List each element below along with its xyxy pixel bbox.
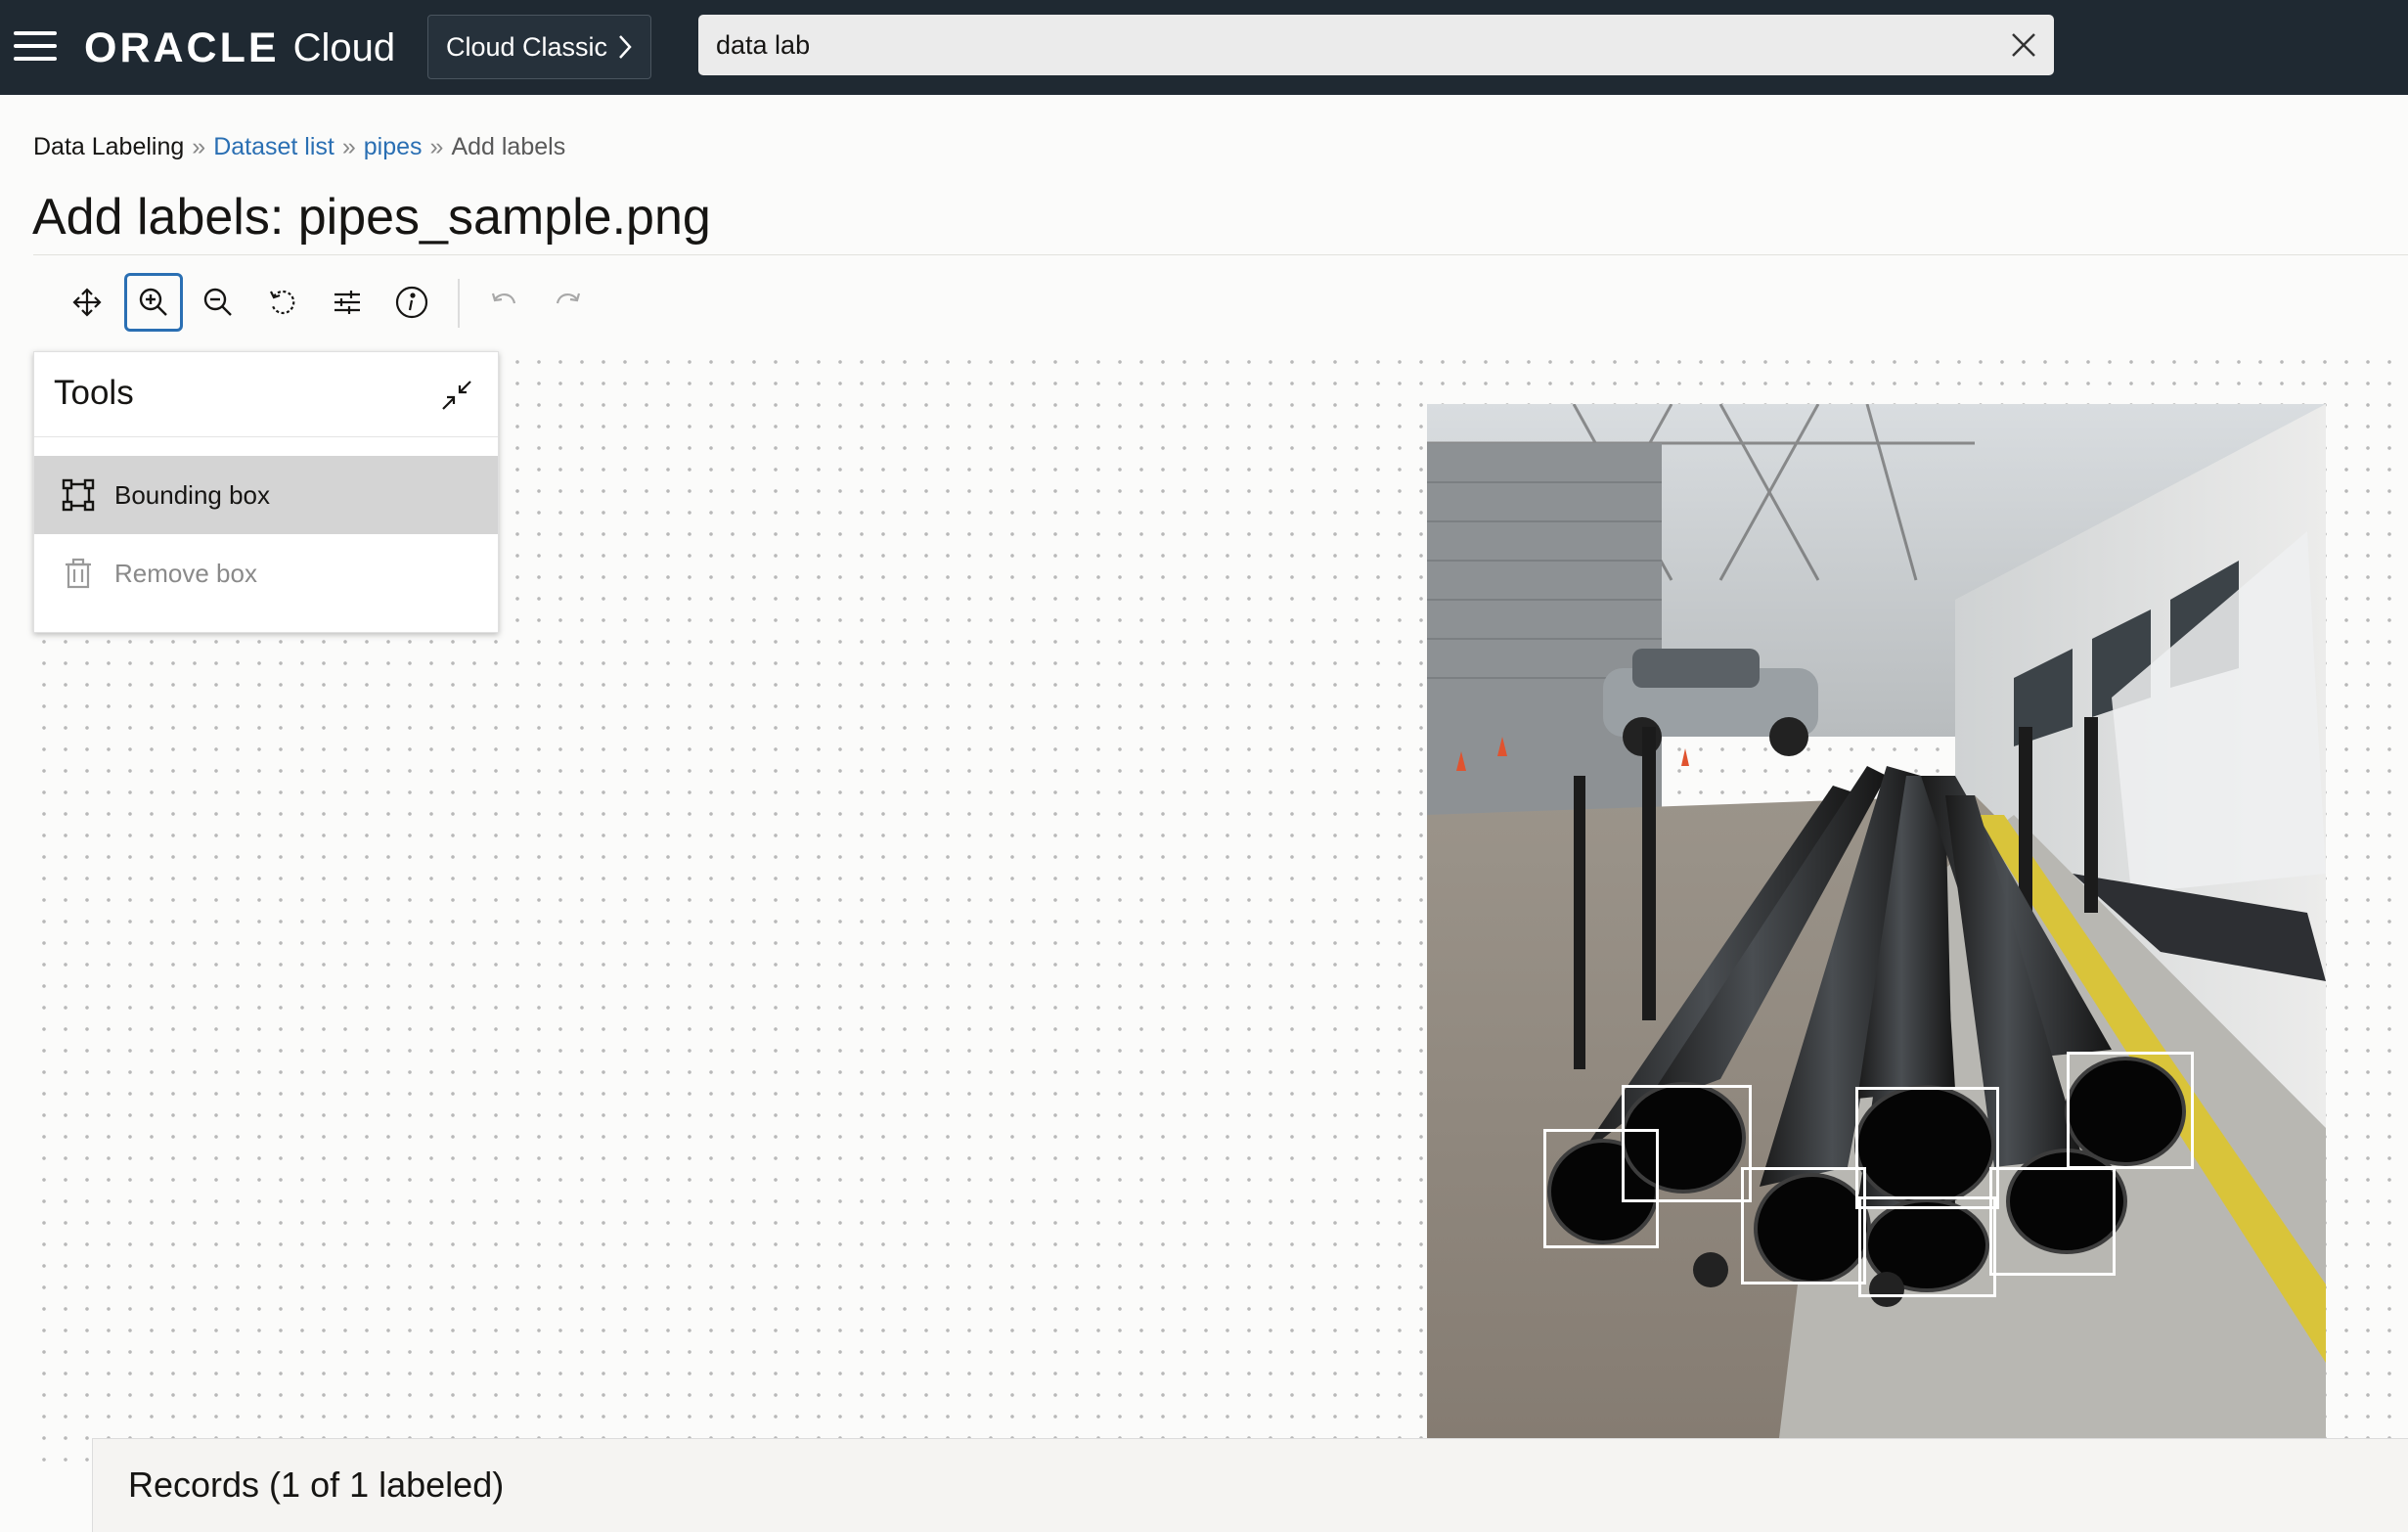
breadcrumb-separator: » xyxy=(341,133,356,160)
hamburger-menu-icon[interactable] xyxy=(14,31,57,63)
breadcrumb-pipes-link[interactable]: pipes xyxy=(364,133,423,160)
bounding-box[interactable] xyxy=(2067,1052,2194,1169)
breadcrumb-separator: » xyxy=(429,133,444,160)
bounding-box-tool[interactable]: Bounding box xyxy=(34,456,498,534)
reset-icon xyxy=(270,290,295,315)
trash-icon xyxy=(66,558,91,589)
records-panel[interactable]: Records (1 of 1 labeled) xyxy=(92,1438,2408,1532)
breadcrumb-current: Add labels xyxy=(451,133,566,160)
cloud-classic-button[interactable]: Cloud Classic xyxy=(427,15,651,79)
remove-box-tool[interactable]: Remove box xyxy=(34,534,498,612)
reset-button[interactable] xyxy=(253,273,312,332)
page-title: Add labels: pipes_sample.png xyxy=(32,189,711,246)
move-icon xyxy=(72,288,102,317)
brand-cloud: Cloud xyxy=(292,25,396,69)
chevron-right-icon xyxy=(619,35,632,59)
image-toolbar xyxy=(33,254,2408,352)
close-icon[interactable] xyxy=(2009,30,2038,60)
redo-button[interactable] xyxy=(539,273,598,332)
info-button[interactable] xyxy=(382,273,441,332)
adjust-button[interactable] xyxy=(318,273,377,332)
bounding-box-icon xyxy=(62,478,95,512)
image-viewport[interactable] xyxy=(1427,404,2326,1438)
remove-box-label: Remove box xyxy=(114,558,257,588)
breadcrumb-dataset-list-link[interactable]: Dataset list xyxy=(213,133,334,160)
zoom-out-icon xyxy=(203,288,232,316)
bounding-box[interactable] xyxy=(1989,1167,2116,1276)
info-icon xyxy=(395,286,428,319)
cloud-classic-label: Cloud Classic xyxy=(445,31,608,62)
oracle-cloud-logo[interactable]: ORACLE Cloud xyxy=(84,23,395,72)
breadcrumb-data-labeling: Data Labeling xyxy=(33,133,185,160)
top-navigation-bar: ORACLE Cloud Cloud Classic xyxy=(0,0,2408,95)
breadcrumb: Data Labeling» Dataset list» pipes» Add lab… xyxy=(33,133,565,161)
undo-button[interactable] xyxy=(474,273,533,332)
tools-panel: Tools Bounding box Remove box xyxy=(33,351,499,633)
search-bar xyxy=(698,15,2054,75)
bounding-box[interactable] xyxy=(1858,1196,1996,1297)
brand-oracle: ORACLE xyxy=(84,23,280,71)
breadcrumb-separator: » xyxy=(192,133,206,160)
zoom-in-button[interactable] xyxy=(124,273,183,332)
toolbar-divider xyxy=(458,279,460,328)
adjust-icon xyxy=(334,291,360,314)
zoom-out-button[interactable] xyxy=(189,273,247,332)
tools-panel-header: Tools xyxy=(34,352,498,437)
collapse-icon[interactable] xyxy=(437,376,476,415)
move-button[interactable] xyxy=(58,273,116,332)
bounding-box[interactable] xyxy=(1741,1167,1866,1284)
bounding-box[interactable] xyxy=(1855,1087,1999,1209)
redo-icon xyxy=(556,293,581,304)
bounding-box[interactable] xyxy=(1622,1085,1752,1202)
search-input[interactable] xyxy=(714,28,2009,62)
undo-icon xyxy=(491,293,516,304)
tools-title: Tools xyxy=(54,374,134,412)
bounding-box-label: Bounding box xyxy=(114,479,271,510)
zoom-in-icon xyxy=(139,288,167,316)
records-title: Records (1 of 1 labeled) xyxy=(128,1464,505,1505)
